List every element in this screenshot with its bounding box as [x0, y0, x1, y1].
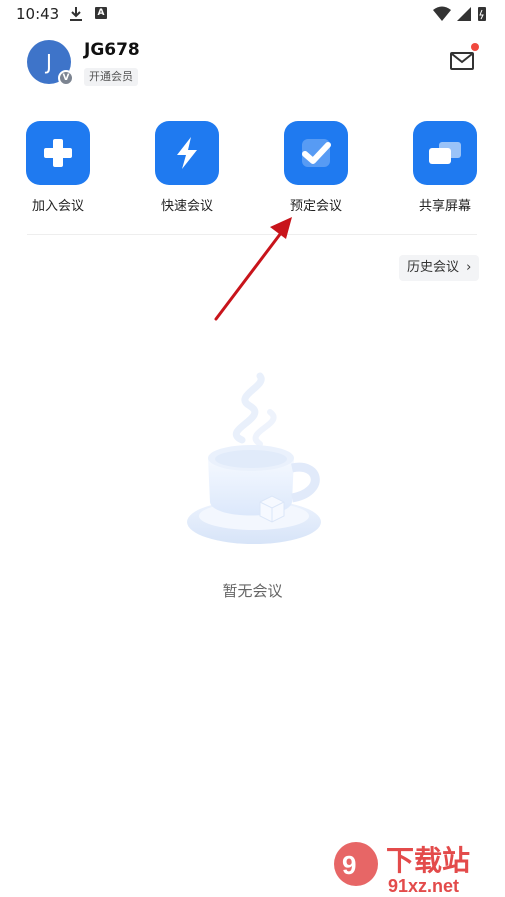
schedule-meeting-tile[interactable]: [284, 121, 348, 185]
membership-button[interactable]: 开通会员: [84, 68, 138, 86]
share-screen-button[interactable]: 共享屏幕: [410, 121, 480, 221]
join-meeting-tile[interactable]: [26, 121, 90, 185]
check-icon: [302, 139, 331, 167]
download-icon: [70, 7, 82, 21]
quick-meeting-tile[interactable]: [155, 121, 219, 185]
empty-state-text: 暂无会议: [222, 582, 283, 600]
screen-share-icon: [429, 142, 461, 164]
plus-icon: [44, 139, 72, 167]
annotation-arrow: [214, 217, 292, 321]
signal-icon: [457, 7, 471, 21]
svg-text:91xz.net: 91xz.net: [388, 876, 459, 896]
share-screen-label: 共享屏幕: [418, 199, 471, 214]
join-meeting-label: 加入会议: [31, 199, 84, 214]
svg-text:下载站: 下载站: [386, 844, 470, 877]
join-meeting-button[interactable]: 加入会议: [23, 121, 93, 221]
lightning-icon: [177, 137, 197, 169]
username[interactable]: JG678: [84, 40, 140, 60]
history-label: 历史会议: [407, 260, 460, 275]
share-screen-tile[interactable]: [413, 121, 477, 185]
chevron-right-icon: ›: [466, 260, 472, 275]
status-icons: [433, 6, 486, 21]
battery-icon: [478, 7, 486, 21]
status-time: 10:43: [16, 5, 60, 23]
mail-icon[interactable]: [449, 50, 475, 72]
unread-dot: [471, 43, 479, 51]
notification-a-icon: A: [95, 7, 107, 19]
wifi-icon: [433, 6, 451, 21]
history-meetings-button[interactable]: 历史会议 ›: [399, 255, 480, 281]
verified-badge: V: [58, 70, 74, 86]
status-bar: 10:43 A: [0, 0, 505, 28]
svg-text:9: 9: [342, 850, 356, 880]
coffee-cup-illustration: [187, 372, 321, 544]
site-watermark-logo: 9 下载站 91xz.net: [334, 842, 470, 896]
